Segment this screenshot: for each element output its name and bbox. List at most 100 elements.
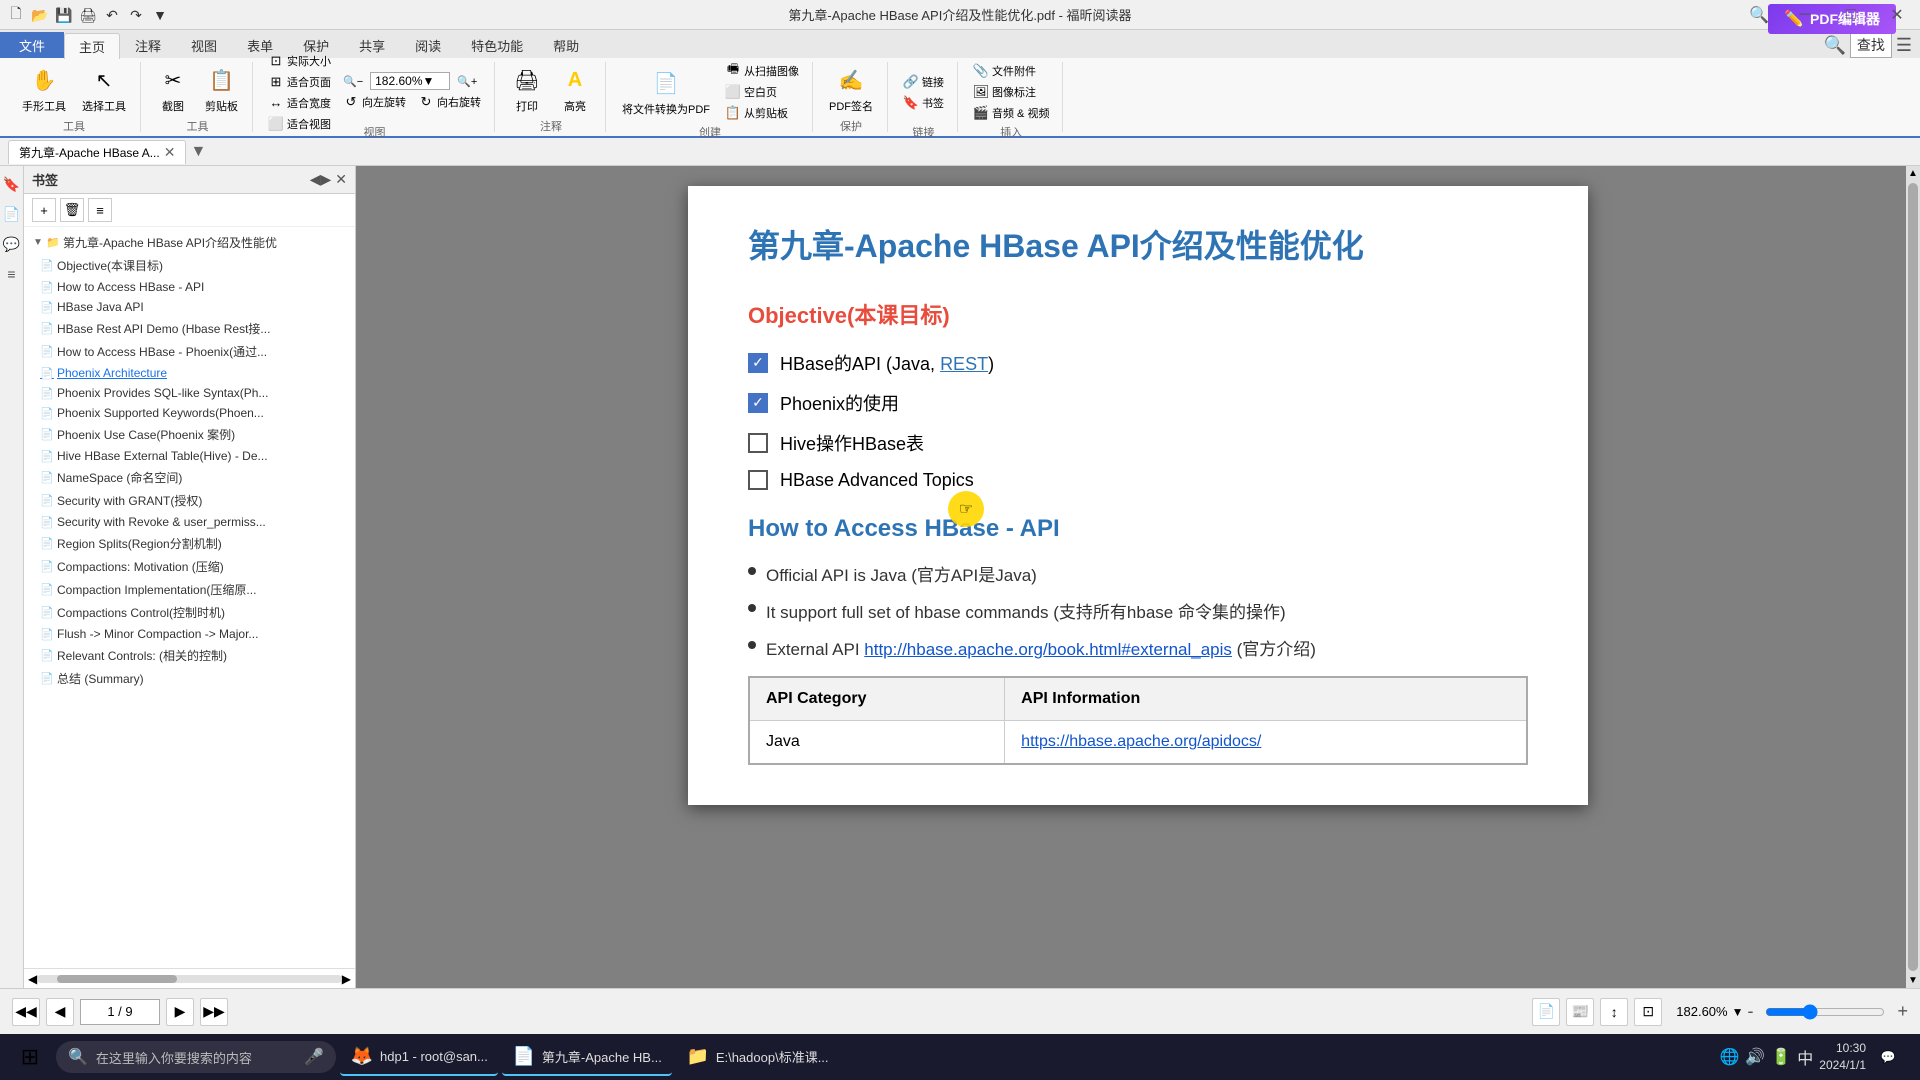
toc-item-11[interactable]: 📄 Security with GRANT(授权) [24,489,355,512]
toc-item-14[interactable]: 📄 Compactions: Motivation (压缩) [24,555,355,578]
toc-item-19[interactable]: 📄 总结 (Summary) [24,667,355,690]
layer-panel-icon[interactable]: ≡ [2,264,22,284]
scan-btn[interactable]: 🖷 从扫描图像 [720,61,804,81]
zoom-minus-btn[interactable]: - [1747,1001,1753,1022]
toc-item-1[interactable]: 📄 How to Access HBase - API [24,277,355,297]
sidebar-scroll-right-btn[interactable]: ▶ [342,972,351,986]
battery-icon[interactable]: 🔋 [1771,1047,1791,1067]
two-page-btn[interactable]: 📰 [1566,998,1594,1026]
notification-btn[interactable]: 💬 [1872,1041,1904,1073]
toc-root-item[interactable]: ▼ 📁 第九章-Apache HBase API介绍及性能优 [24,231,355,254]
tab-close-btn[interactable]: ✕ [164,144,176,161]
fit-btn[interactable]: ⊡ [1634,998,1662,1026]
scroll-btn[interactable]: ↕ [1600,998,1628,1026]
highlight-btn[interactable]: A 高亮 [553,62,597,116]
hand-tool-btn[interactable]: ✋ 手形工具 [16,62,72,116]
first-page-btn[interactable]: ◀◀ [12,998,40,1026]
zoom-input[interactable]: 182.60% ▼ [370,72,450,90]
bookmark-panel-icon[interactable]: 🔖 [2,174,22,194]
checkbox-3[interactable] [748,470,768,490]
bookmark-btn[interactable]: 🔖 书签 [898,93,949,113]
blank-btn[interactable]: ⬜ 空白页 [720,82,804,102]
to-pdf-btn[interactable]: 📄 将文件转换为PDF [616,65,716,119]
toc-item-0[interactable]: 📄 Objective(本课目标) [24,254,355,277]
pdf-sign-btn[interactable]: ✍ PDF签名 [823,62,879,116]
taskbar-search[interactable]: 🔍 在这里输入你要搜索的内容 🎤 [56,1041,336,1073]
fit-view-btn[interactable]: ⬜ 适合视图 [263,114,336,134]
clipboard-btn[interactable]: 📋 剪贴板 [199,62,244,116]
qa-print-btn[interactable]: 🖨 [76,3,100,27]
screenshot-btn[interactable]: ✂ 截图 [151,62,195,116]
rotate-left-btn[interactable]: ↺ 向左旋转 [338,92,411,112]
sidebar-collapse-btn[interactable]: ✕ [335,171,347,188]
attach-file-btn[interactable]: 📎 文件附件 [968,61,1054,81]
paste-clip-btn[interactable]: 📋 从剪贴板 [720,103,804,123]
page-input[interactable] [80,999,160,1025]
toc-item-17[interactable]: 📄 Flush -> Minor Compaction -> Major... [24,624,355,644]
search-btn[interactable]: 🔍 [1736,0,1782,30]
volume-icon[interactable]: 🔊 [1745,1047,1765,1067]
ribbon-expand-btn[interactable]: ☰ [1896,35,1912,56]
page-panel-icon[interactable]: 📄 [2,204,22,224]
sidebar-delete-btn[interactable]: 🗑 [60,198,84,222]
tab-home[interactable]: 主页 [64,33,120,59]
start-button[interactable]: ⊞ [8,1039,52,1075]
toc-item-15[interactable]: 📄 Compaction Implementation(压缩原... [24,578,355,601]
toc-item-18[interactable]: 📄 Relevant Controls: (相关的控制) [24,644,355,667]
qa-redo-btn[interactable]: ↷ [124,3,148,27]
toc-item-10[interactable]: 📄 NameSpace (命名空间) [24,466,355,489]
print-btn[interactable]: 🖨 打印 [505,62,549,116]
img-mark-btn[interactable]: 🖼 图像标注 [968,82,1054,102]
pdf-scroll-up-btn[interactable]: ▲ [1906,166,1920,181]
fit-width-btn[interactable]: ↔ 适合宽度 [263,93,336,113]
last-page-btn[interactable]: ▶▶ [200,998,228,1026]
tab-file[interactable]: 文件 [0,32,64,58]
zoom-slider[interactable] [1765,1004,1885,1020]
tab-annotation[interactable]: 注释 [120,32,176,58]
tab-feature[interactable]: 特色功能 [456,32,538,58]
pdf-scroll-down-btn[interactable]: ▼ [1906,973,1920,988]
input-method-icon[interactable]: 中 [1797,1045,1813,1069]
qa-more-btn[interactable]: ▼ [148,3,172,27]
tab-read[interactable]: 阅读 [400,32,456,58]
toc-item-2[interactable]: 📄 HBase Java API [24,297,355,317]
tab-view[interactable]: 视图 [176,32,232,58]
toc-item-12[interactable]: 📄 Security with Revoke & user_permiss... [24,512,355,532]
close-btn[interactable]: ✕ [1874,0,1920,30]
qa-save-btn[interactable]: 💾 [52,3,76,27]
toc-item-9[interactable]: 📄 Hive HBase External Table(Hive) - De..… [24,446,355,466]
toc-item-4[interactable]: 📄 How to Access HBase - Phoenix(通过... [24,340,355,363]
annotation-panel-icon[interactable]: 💬 [2,234,22,254]
zoom-plus-btn[interactable]: + [1897,1001,1908,1022]
sidebar-scroll-left-btn[interactable]: ◀ [28,972,37,986]
pdf-tab-active[interactable]: 第九章-Apache HBase A... ✕ [8,140,186,164]
java-api-link[interactable]: https://hbase.apache.org/apidocs/ [1021,733,1261,750]
ribbon-options-btn[interactable]: 查找 [1850,32,1892,58]
prev-page-btn[interactable]: ◀ [46,998,74,1026]
audio-video-btn[interactable]: 🎬 音频 & 视频 [968,103,1054,123]
sidebar-options-btn[interactable]: ≡ [88,198,112,222]
qa-undo-btn[interactable]: ↶ [100,3,124,27]
sidebar-scroll[interactable]: ◀ ▶ [24,968,355,988]
tab-help[interactable]: 帮助 [538,32,594,58]
zoom-in-btn[interactable]: 🔍+ [452,73,482,90]
taskbar-app-pdf[interactable]: 📄 第九章-Apache HB... [502,1038,672,1076]
checkbox-1[interactable]: ✓ [748,393,768,413]
toc-item-6[interactable]: 📄 Phoenix Provides SQL-like Syntax(Ph... [24,383,355,403]
taskbar-app-explorer[interactable]: 📁 E:\hadoop\标准课... [676,1038,839,1076]
sidebar-scroll-bar[interactable] [37,975,342,983]
zoom-dropdown-btn[interactable]: ▼ [1732,1005,1744,1019]
qa-open-btn[interactable]: 📂 [28,3,52,27]
toc-item-16[interactable]: 📄 Compactions Control(控制时机) [24,601,355,624]
zoom-out-btn[interactable]: 🔍− [338,73,368,90]
external-api-link[interactable]: http://hbase.apache.org/book.html#extern… [864,640,1232,659]
tab-share[interactable]: 共享 [344,32,400,58]
tab-chevron-btn[interactable]: ▼ [190,143,206,161]
toc-item-8[interactable]: 📄 Phoenix Use Case(Phoenix 案例) [24,423,355,446]
maximize-btn[interactable]: □ [1828,0,1874,30]
toc-item-3[interactable]: 📄 HBase Rest API Demo (Hbase Rest接... [24,317,355,340]
next-page-btn[interactable]: ▶ [166,998,194,1026]
toc-item-7[interactable]: 📄 Phoenix Supported Keywords(Phoen... [24,403,355,423]
sidebar-new-bookmark-btn[interactable]: + [32,198,56,222]
taskbar-app-firefox[interactable]: 🦊 hdp1 - root@san... [340,1038,498,1076]
